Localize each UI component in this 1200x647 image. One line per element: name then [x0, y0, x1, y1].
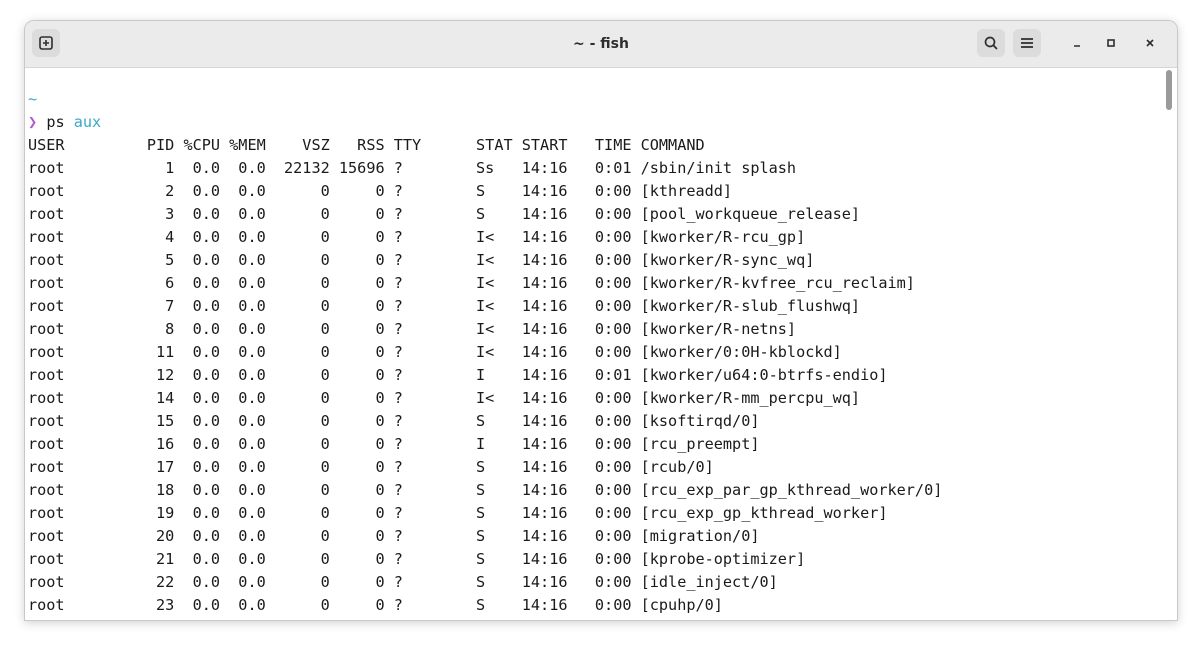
scrollbar-thumb[interactable]: [1166, 70, 1172, 110]
process-row: root 3 0.0 0.0 0 0 ? S 14:16 0:00 [pool_…: [28, 205, 861, 223]
process-row: root 19 0.0 0.0 0 0 ? S 14:16 0:00 [rcu_…: [28, 504, 888, 522]
process-row: root 23 0.0 0.0 0 0 ? S 14:16 0:00 [cpuh…: [28, 596, 723, 614]
process-row: root 7 0.0 0.0 0 0 ? I< 14:16 0:00 [kwor…: [28, 297, 861, 315]
process-row: root 15 0.0 0.0 0 0 ? S 14:16 0:00 [ksof…: [28, 412, 760, 430]
ps-header: USER PID %CPU %MEM VSZ RSS TTY STAT STAR…: [28, 136, 705, 154]
terminal-window: ~ - fish ~ ❯ ps aux USER PID %CPU %MEM V…: [24, 20, 1178, 621]
process-row: root 8 0.0 0.0 0 0 ? I< 14:16 0:00 [kwor…: [28, 320, 797, 338]
close-button[interactable]: [1139, 32, 1161, 54]
minimize-icon: [1074, 45, 1080, 47]
command-args: aux: [73, 113, 102, 131]
terminal-text: ~ ❯ ps aux USER PID %CPU %MEM VSZ RSS TTY …: [28, 88, 942, 617]
process-row: root 16 0.0 0.0 0 0 ? I 14:16 0:00 [rcu_…: [28, 435, 760, 453]
process-row: root 22 0.0 0.0 0 0 ? S 14:16 0:00 [idle…: [28, 573, 778, 591]
prompt-line: ❯ ps aux: [28, 111, 942, 134]
ps-rows: root 1 0.0 0.0 22132 15696 ? Ss 14:16 0:…: [28, 157, 942, 617]
process-row: root 12 0.0 0.0 0 0 ? I 14:16 0:01 [kwor…: [28, 366, 888, 384]
process-row: root 2 0.0 0.0 0 0 ? S 14:16 0:00 [kthre…: [28, 182, 733, 200]
current-directory: ~: [28, 90, 38, 108]
menu-button[interactable]: [1013, 29, 1041, 57]
hamburger-menu-icon: [1021, 38, 1033, 48]
search-icon: [984, 36, 998, 50]
new-tab-button[interactable]: [32, 29, 60, 57]
terminal-output[interactable]: ~ ❯ ps aux USER PID %CPU %MEM VSZ RSS TTY …: [25, 68, 1177, 620]
maximize-button[interactable]: [1100, 32, 1122, 54]
minimize-button[interactable]: [1066, 32, 1088, 54]
process-row: root 21 0.0 0.0 0 0 ? S 14:16 0:00 [kpro…: [28, 550, 806, 568]
close-icon: [1146, 39, 1154, 47]
process-row: root 17 0.0 0.0 0 0 ? S 14:16 0:00 [rcub…: [28, 458, 714, 476]
title-bar: ~ - fish: [25, 21, 1177, 68]
process-row: root 6 0.0 0.0 0 0 ? I< 14:16 0:00 [kwor…: [28, 274, 915, 292]
plus-square-icon: [39, 36, 53, 50]
process-row: root 11 0.0 0.0 0 0 ? I< 14:16 0:00 [kwo…: [28, 343, 842, 361]
process-row: root 4 0.0 0.0 0 0 ? I< 14:16 0:00 [kwor…: [28, 228, 806, 246]
process-row: root 5 0.0 0.0 0 0 ? I< 14:16 0:00 [kwor…: [28, 251, 815, 269]
search-button[interactable]: [977, 29, 1005, 57]
process-row: root 14 0.0 0.0 0 0 ? I< 14:16 0:00 [kwo…: [28, 389, 861, 407]
process-row: root 1 0.0 0.0 22132 15696 ? Ss 14:16 0:…: [28, 159, 797, 177]
prompt-symbol: ❯: [28, 113, 38, 131]
process-row: root 20 0.0 0.0 0 0 ? S 14:16 0:00 [migr…: [28, 527, 760, 545]
command-name: ps: [46, 113, 65, 131]
maximize-icon: [1107, 39, 1115, 47]
process-row: root 18 0.0 0.0 0 0 ? S 14:16 0:00 [rcu_…: [28, 481, 943, 499]
